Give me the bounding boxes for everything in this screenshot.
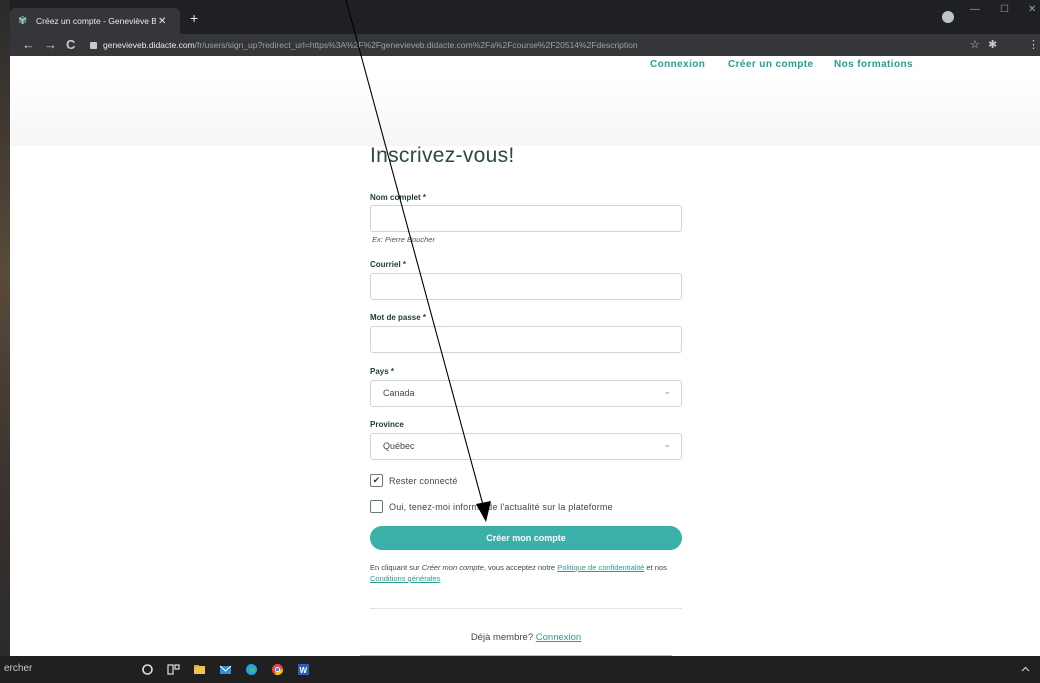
address-bar[interactable]: genevieveb.didacte.com /fr/users/sign_up…	[90, 36, 970, 54]
file-explorer-icon[interactable]	[192, 662, 207, 677]
create-account-button[interactable]: Créer mon compte	[370, 526, 682, 550]
country-label: Pays *	[370, 367, 395, 376]
tray-chevron-up-icon[interactable]	[1020, 664, 1031, 675]
legal-text-3: et nos	[644, 563, 667, 572]
province-label: Province	[370, 420, 404, 429]
already-member: Déjà membre? Connexion	[370, 632, 682, 643]
tab-search-icon[interactable]	[942, 11, 954, 23]
privacy-policy-link[interactable]: Politique de confidentialité	[557, 563, 644, 572]
word-icon[interactable]: W	[296, 662, 311, 677]
newsletter-checkbox[interactable]	[370, 500, 383, 513]
tab-close-icon[interactable]: ✕	[158, 16, 166, 27]
forward-icon[interactable]: →	[44, 37, 57, 53]
password-label: Mot de passe *	[370, 313, 427, 322]
page-content: Connexion Créer un compte Nos formations…	[10, 56, 1040, 656]
chevron-down-icon: ⌄	[663, 439, 671, 449]
province-value: Québec	[383, 441, 415, 451]
email-input[interactable]	[370, 273, 682, 300]
task-view-icon[interactable]	[166, 662, 181, 677]
nav-courses-link[interactable]: Nos formations	[834, 59, 913, 70]
page-title: Inscrivez-vous!	[370, 144, 515, 167]
member-question: Déjà membre?	[470, 632, 536, 643]
browser-toolbar: ← → C genevieveb.didacte.com /fr/users/s…	[10, 34, 1040, 56]
tab-create-account[interactable]: ✾ Créez un compte - Geneviève Be ✕	[10, 8, 180, 34]
new-tab-button[interactable]: +	[190, 10, 198, 26]
browser-window: ✾ Créez un compte - Geneviève Be ✕ + — ☐…	[10, 0, 1040, 656]
browser-menu-icon[interactable]: ⋮	[1028, 38, 1039, 51]
name-hint: Ex: Pierre Boucher	[372, 235, 435, 244]
terms-link[interactable]: Conditions générales	[370, 574, 440, 583]
windows-taskbar: ercher W	[0, 656, 1040, 683]
svg-text:W: W	[300, 666, 308, 675]
back-icon[interactable]: ←	[22, 37, 35, 53]
email-label: Courriel *	[370, 260, 407, 269]
edge-browser-icon[interactable]	[244, 662, 259, 677]
member-login-link[interactable]: Connexion	[536, 632, 581, 643]
url-host: genevieveb.didacte.com	[103, 40, 195, 50]
lock-icon	[90, 41, 97, 49]
full-name-input[interactable]	[370, 205, 682, 232]
newsletter-row: Oui, tenez-moi informé de l'actualité su…	[370, 500, 613, 513]
window-close-button[interactable]: ✕	[1028, 4, 1036, 15]
nav-login-link[interactable]: Connexion	[650, 59, 705, 70]
header-background	[10, 76, 1040, 146]
chevron-down-icon: ⌄	[663, 386, 671, 396]
tab-strip: ✾ Créez un compte - Geneviève Be ✕ + — ☐…	[10, 0, 1040, 34]
window-minimize-button[interactable]: —	[970, 4, 980, 15]
divider	[370, 608, 682, 609]
legal-emphasis: Créer mon compte	[421, 563, 484, 572]
desktop-background	[0, 0, 10, 683]
extensions-icon[interactable]: ✱	[988, 38, 997, 51]
legal-text-2: , vous acceptez notre	[483, 563, 558, 572]
stay-connected-checkbox[interactable]: ✔	[370, 474, 383, 487]
mail-icon[interactable]	[218, 662, 233, 677]
site-favicon-icon: ✾	[18, 15, 28, 27]
country-value: Canada	[383, 388, 415, 398]
url-path: /fr/users/sign_up?redirect_url=https%3A%…	[194, 40, 638, 50]
window-maximize-button[interactable]: ☐	[1000, 4, 1009, 15]
cortana-icon[interactable]	[140, 662, 155, 677]
country-select[interactable]: Canada ⌄	[370, 380, 682, 407]
stay-connected-label: Rester connecté	[389, 475, 458, 486]
tab-title: Créez un compte - Geneviève Be	[36, 16, 156, 26]
province-select[interactable]: Québec ⌄	[370, 433, 682, 460]
chrome-icon[interactable]	[270, 662, 285, 677]
password-input[interactable]	[370, 326, 682, 353]
name-label: Nom complet *	[370, 193, 427, 202]
taskbar-search[interactable]: ercher	[4, 663, 32, 674]
stay-connected-row: ✔ Rester connecté	[370, 474, 458, 487]
bookmark-star-icon[interactable]: ☆	[970, 38, 980, 51]
legal-text-1: En cliquant sur	[370, 563, 422, 572]
newsletter-label: Oui, tenez-moi informé de l'actualité su…	[389, 501, 613, 512]
legal-notice: En cliquant sur Créer mon compte, vous a…	[370, 562, 682, 584]
reload-icon[interactable]: C	[66, 37, 75, 53]
nav-signup-link[interactable]: Créer un compte	[728, 59, 813, 70]
